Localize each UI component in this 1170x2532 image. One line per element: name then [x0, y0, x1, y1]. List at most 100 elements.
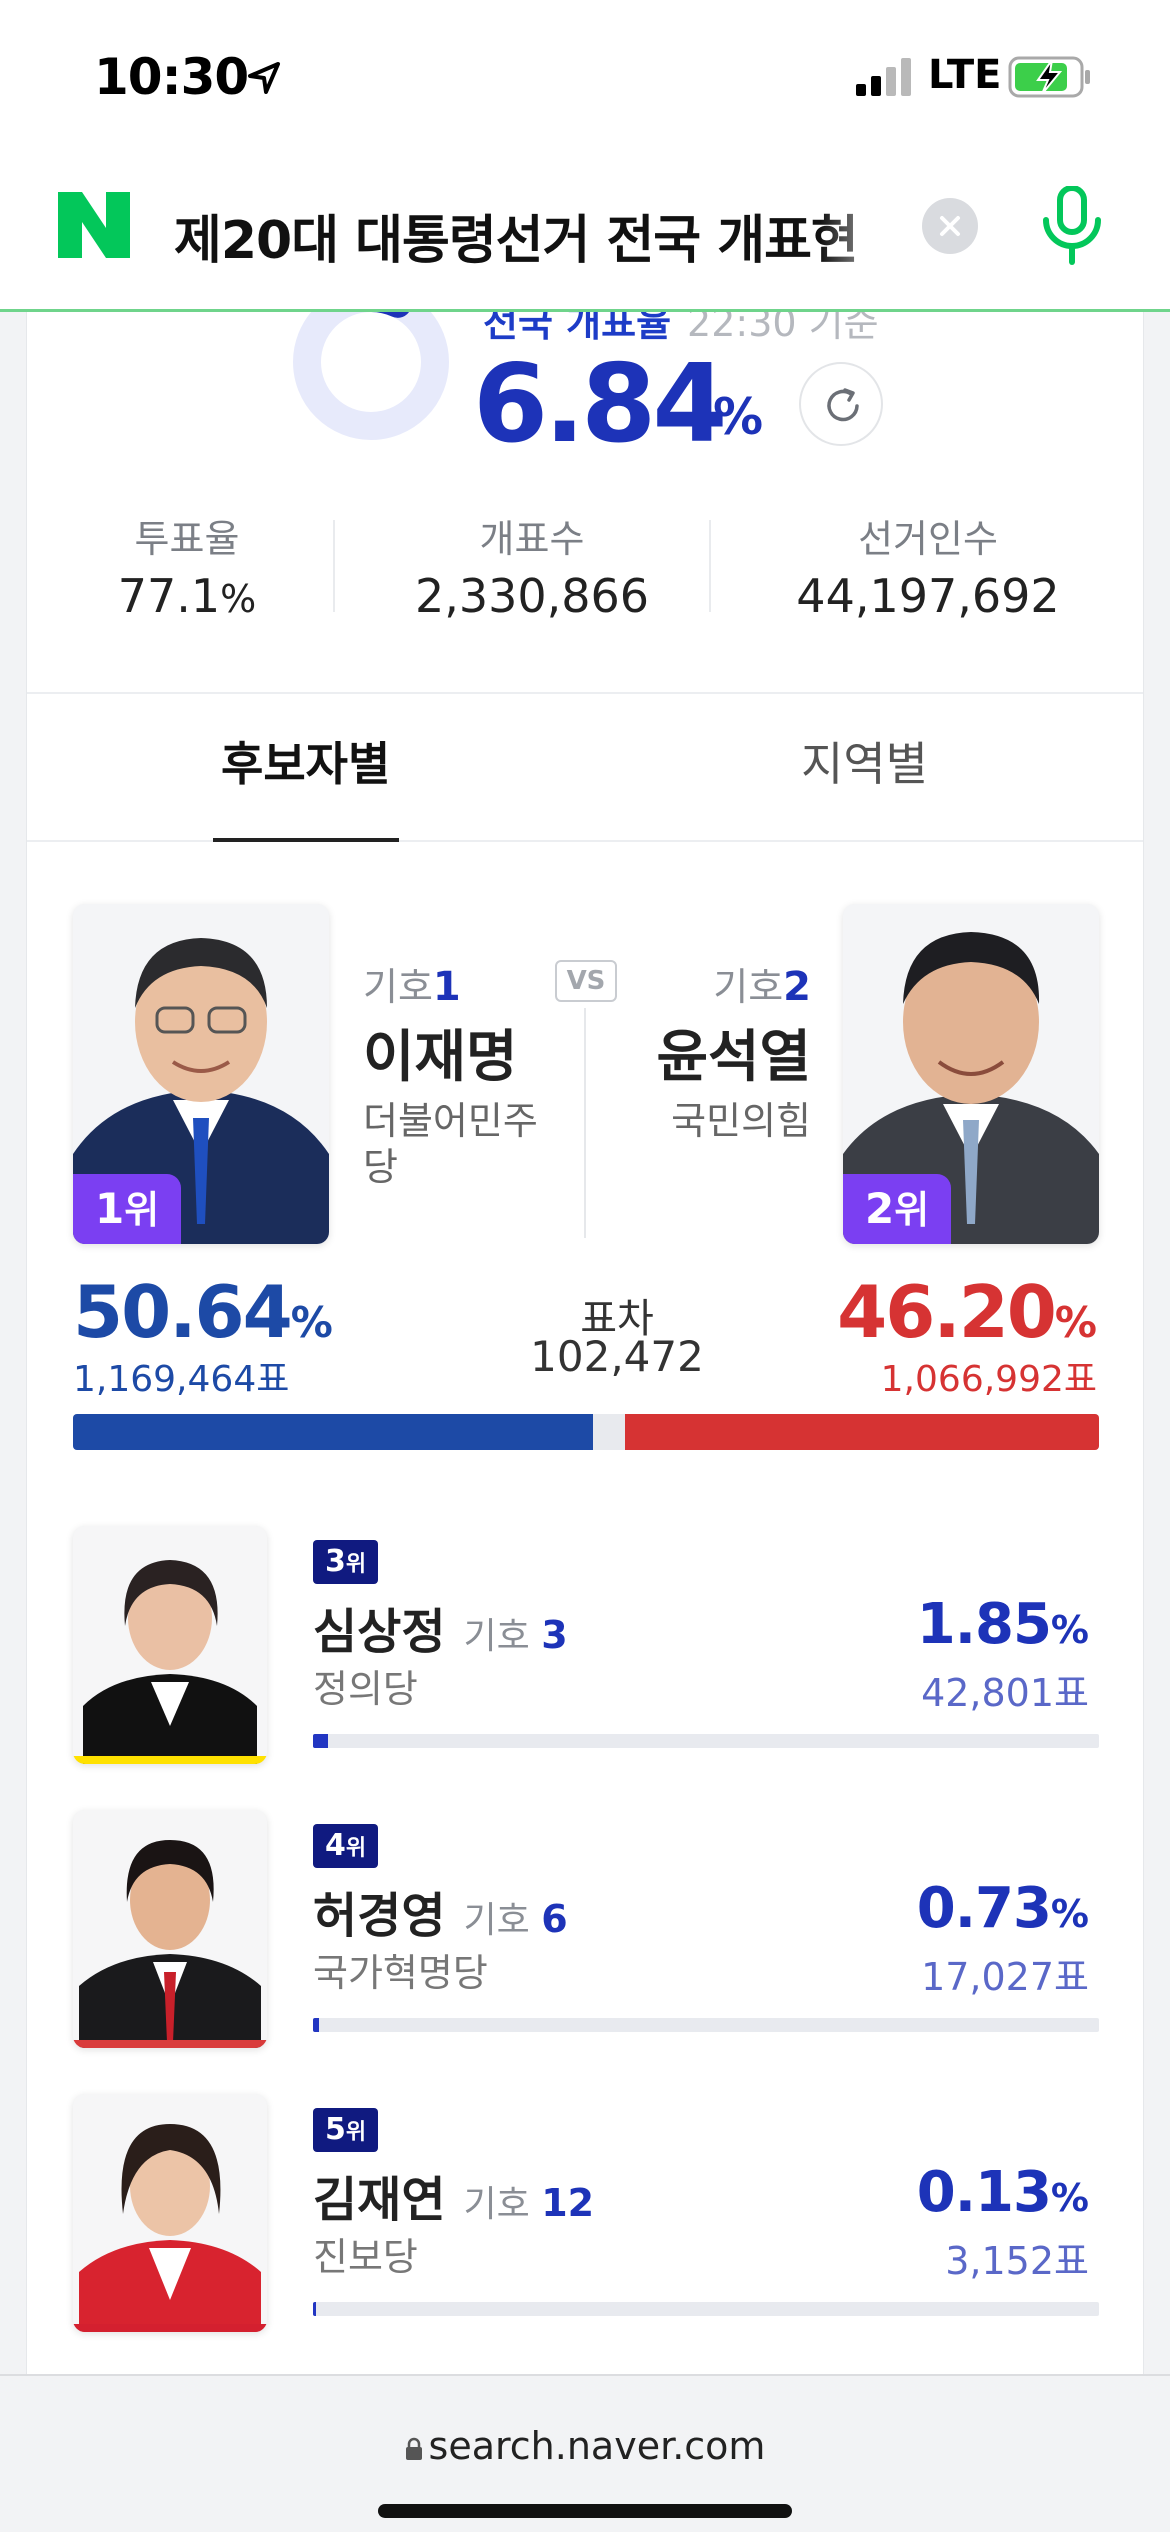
vs-divider — [584, 1008, 586, 1238]
signal-icon — [856, 58, 911, 96]
symbol-label: 기호 — [713, 965, 784, 1009]
pct-left: 50.64% — [73, 1270, 333, 1354]
pct-value: 0.13 — [916, 2160, 1052, 2225]
rank-number: 1 — [95, 1184, 125, 1233]
stat-turnout: 투표율 77.1% — [67, 508, 307, 623]
candidate-row[interactable]: 5위 김재연 기호 12 진보당 0.13% 3,152표 — [27, 2094, 1143, 2344]
count-rate-donut — [293, 312, 449, 440]
refresh-button[interactable] — [799, 362, 883, 446]
tab-by-region[interactable]: 지역별 — [801, 728, 928, 794]
network-type: LTE — [928, 52, 1002, 98]
rank-number: 5 — [325, 2112, 346, 2147]
candidate-row[interactable]: 4위 허경영 기호 6 국가혁명당 0.73% 17,027표 — [27, 1810, 1143, 2060]
rank-badge-right: 2위 — [843, 1174, 952, 1244]
party-name: 진보당 — [313, 2235, 418, 2279]
versus-bar — [73, 1414, 1099, 1450]
candidate-photo — [73, 1526, 267, 1764]
status-bar: 10:30 LTE — [0, 0, 1170, 140]
candidate-photo — [73, 2094, 267, 2332]
symbol-text: 기호 3 — [463, 1613, 568, 1657]
search-input[interactable]: 제20대 대통령선거 전국 개표현 — [174, 198, 894, 273]
candidate-name: 허경영 기호 6 — [313, 1876, 568, 1946]
stat-label: 투표율 — [134, 517, 240, 561]
pct-value: 1.85 — [916, 1592, 1052, 1657]
candidate-photo-left[interactable]: 1위 — [73, 904, 329, 1244]
battery-charging-icon — [1008, 56, 1090, 98]
url-bar[interactable]: search.naver.com — [0, 2424, 1170, 2468]
rank-suffix: 위 — [345, 1552, 367, 1577]
portrait-5 — [73, 2094, 267, 2332]
symbol-text: 기호 6 — [463, 1897, 568, 1941]
vote-bar — [313, 2018, 1099, 2032]
vote-bar-fill — [313, 2302, 317, 2316]
symbol-label: 기호 — [363, 965, 433, 1009]
tab-by-candidate[interactable]: 후보자별 — [221, 728, 390, 794]
stat-value: 44,197,692 — [796, 569, 1060, 623]
candidate-row[interactable]: 3위 심상정 기호 3 정의당 1.85% 42,801표 — [27, 1526, 1143, 1776]
naver-logo[interactable] — [58, 192, 130, 258]
count-rate-value: 6.84 — [473, 342, 727, 467]
symbol-text: 기호 12 — [463, 2181, 594, 2225]
name-text: 김재연 — [313, 2172, 446, 2228]
count-rate-time: 22:30 기준 — [687, 312, 879, 345]
stat-counted: 개표수 2,330,866 — [357, 508, 707, 623]
stat-number: 77.1 — [117, 569, 221, 623]
home-indicator[interactable] — [378, 2504, 792, 2518]
symbol-label: 기호 — [463, 1616, 530, 1657]
candidate-name-left[interactable]: 이재명 — [363, 1012, 518, 1093]
location-arrow-icon — [248, 62, 280, 94]
browser-bottom-bar: search.naver.com — [0, 2374, 1170, 2532]
rank-suffix: 위 — [345, 1836, 367, 1861]
symbol-label: 기호 — [463, 1900, 530, 1941]
vote-bar — [313, 1734, 1099, 1748]
symbol-label: 기호 — [463, 2184, 530, 2225]
vote-bar-fill — [313, 2018, 319, 2032]
clear-button[interactable] — [922, 198, 978, 254]
rank-suffix: 위 — [124, 1188, 160, 1232]
refresh-icon — [827, 388, 859, 422]
candidate-name: 심상정 기호 3 — [313, 1592, 568, 1662]
name-text: 허경영 — [313, 1888, 446, 1944]
versus-bar-left — [73, 1414, 593, 1450]
vote-bar-fill — [313, 1734, 328, 1748]
mic-icon[interactable] — [1036, 186, 1108, 266]
rank-badge: 3위 — [313, 1540, 379, 1584]
portrait-3 — [73, 1526, 267, 1764]
party-color-strip — [73, 2324, 267, 2332]
url-text: search.naver.com — [428, 2424, 766, 2468]
count-rate-title: 전국 개표율 — [483, 312, 672, 345]
pct-unit: % — [1054, 1298, 1097, 1347]
rank-number: 3 — [325, 1544, 346, 1579]
stat-label: 개표수 — [479, 517, 585, 561]
candidate-name-right[interactable]: 윤석열 — [656, 1012, 811, 1093]
search-header: 제20대 대통령선거 전국 개표현 — [0, 140, 1170, 312]
vs-badge: VS — [555, 960, 617, 1002]
vote-percent: 0.13% — [917, 2160, 1089, 2225]
pct-value: 0.73 — [916, 1876, 1052, 1941]
votes-left: 1,169,464표 — [73, 1359, 290, 1400]
symbol-number: 3 — [541, 1613, 568, 1657]
pct-right: 46.20% — [837, 1270, 1097, 1354]
election-card: 전국 개표율 22:30 기준 6.84 % 투표율 77.1% 개표수 2,33… — [26, 312, 1144, 2374]
pct-value: 46.20 — [837, 1270, 1057, 1354]
divider — [709, 520, 711, 612]
summary-stats: 투표율 77.1% 개표수 2,330,866 선거인수 44,197,692 — [27, 508, 1143, 638]
stat-value: 2,330,866 — [414, 569, 650, 623]
rank-number: 4 — [325, 1828, 346, 1863]
symbol-number: 6 — [541, 1897, 568, 1941]
pct-unit: % — [1050, 1892, 1089, 1936]
symbol-left: 기호1 — [363, 956, 461, 1011]
vote-count: 17,027표 — [921, 1955, 1089, 1999]
party-color-strip — [73, 1756, 267, 1764]
tab-bar: 후보자별 지역별 — [27, 692, 1143, 842]
party-name: 국가혁명당 — [313, 1951, 488, 1995]
margin-value: 102,472 — [530, 1332, 704, 1381]
clear-icon — [940, 216, 960, 236]
candidate-photo-right[interactable]: 2위 — [843, 904, 1099, 1244]
votes-right: 1,066,992표 — [880, 1359, 1097, 1400]
stat-value: 77.1% — [67, 569, 307, 623]
stat-electorate: 선거인수 44,197,692 — [733, 508, 1123, 623]
candidate-photo — [73, 1810, 267, 2048]
symbol-right: 기호2 — [713, 956, 811, 1011]
versus-bar-right — [625, 1414, 1099, 1450]
